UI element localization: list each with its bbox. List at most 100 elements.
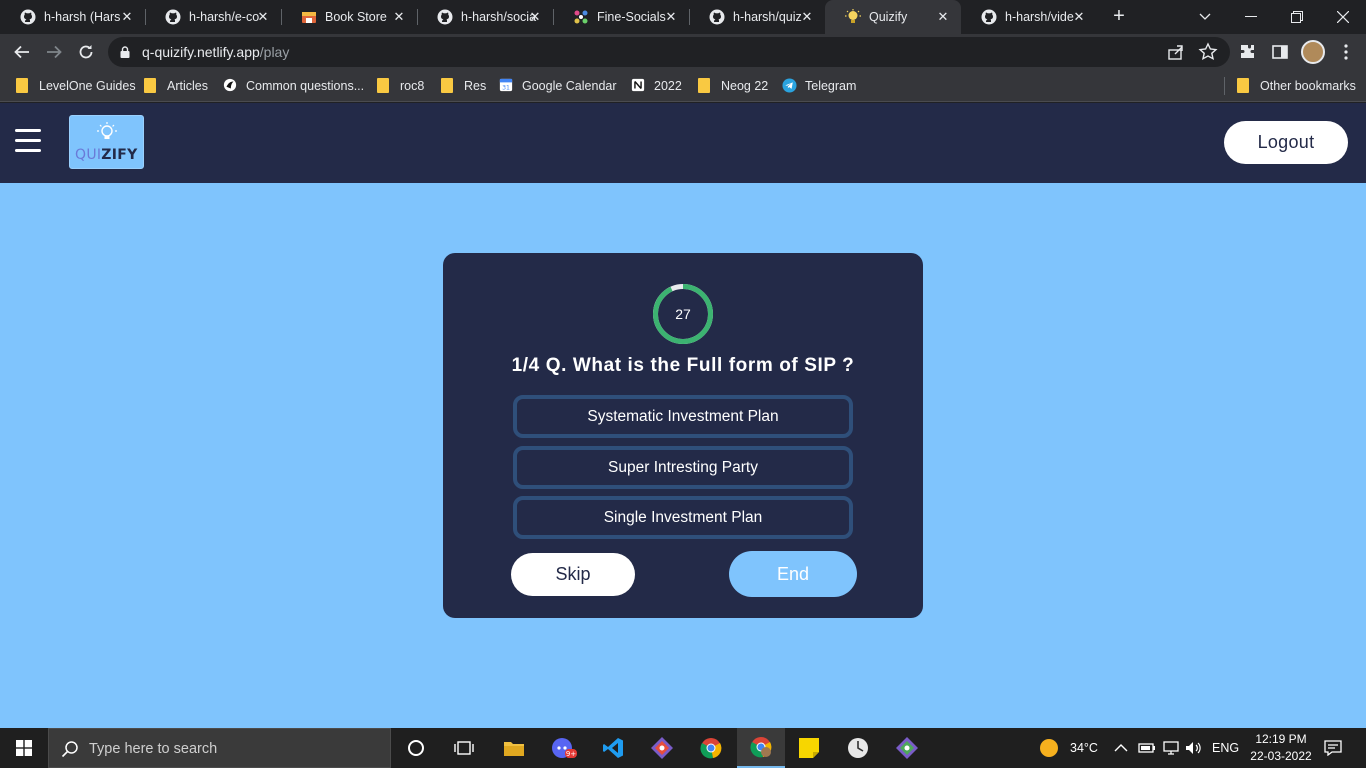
folder-icon xyxy=(377,78,391,94)
bookmark-neog-22[interactable]: Neog 22 xyxy=(698,77,768,95)
back-icon[interactable] xyxy=(8,38,36,66)
extensions-icon[interactable] xyxy=(1238,42,1258,62)
folder-icon xyxy=(1237,78,1251,94)
close-icon[interactable]: ✕ xyxy=(255,9,271,25)
github-icon xyxy=(437,9,453,25)
share-icon[interactable] xyxy=(1166,42,1186,62)
close-icon[interactable]: ✕ xyxy=(527,9,543,25)
other-bookmarks[interactable]: Other bookmarks xyxy=(1237,77,1356,95)
end-button[interactable]: End xyxy=(729,551,857,597)
page-viewport: QUIZIFY Logout 27 1/4 Q. What is the Ful… xyxy=(0,103,1366,728)
countdown-timer: 27 xyxy=(652,283,714,345)
task-view-icon[interactable] xyxy=(440,728,488,768)
url-host: q-quizify.netlify.app xyxy=(142,44,260,60)
minimize-icon[interactable] xyxy=(1228,0,1274,34)
star-icon[interactable] xyxy=(1198,42,1218,62)
git-app-icon[interactable] xyxy=(883,728,931,768)
github-icon xyxy=(20,9,36,25)
vscode-icon[interactable] xyxy=(589,728,637,768)
tab-github-profile[interactable]: h-harsh (Hars ✕ xyxy=(0,0,145,34)
clock-time: 12:19 PM xyxy=(1255,732,1307,746)
bookmark-articles[interactable]: Articles xyxy=(144,77,208,95)
tab-strip: h-harsh (Hars ✕ h-harsh/e-co ✕ Book Stor… xyxy=(0,0,1366,34)
notifications-icon[interactable] xyxy=(1324,728,1342,768)
close-icon[interactable]: ✕ xyxy=(935,9,951,25)
git-gui-icon[interactable] xyxy=(638,728,686,768)
folder-icon xyxy=(698,78,712,94)
bookmark-telegram[interactable]: Telegram xyxy=(782,77,856,95)
hamburger-menu-icon[interactable] xyxy=(15,129,41,155)
volume-icon[interactable] xyxy=(1185,728,1203,768)
bookmark-label: Neog 22 xyxy=(721,79,769,93)
avatar[interactable] xyxy=(1301,40,1325,64)
answer-option[interactable]: Single Investment Plan xyxy=(513,496,853,539)
tab-github-video[interactable]: h-harsh/vide ✕ xyxy=(961,0,1097,34)
quizify-logo[interactable]: QUIZIFY xyxy=(69,115,144,169)
chrome-profile-icon[interactable] xyxy=(737,728,785,768)
system-clock[interactable]: 12:19 PM 22-03-2022 xyxy=(1246,731,1316,765)
restore-icon[interactable] xyxy=(1274,0,1320,34)
tab-title: h-harsh/socia xyxy=(461,10,537,24)
close-icon[interactable]: ✕ xyxy=(119,9,135,25)
more-menu-icon[interactable] xyxy=(1336,42,1356,62)
side-panel-icon[interactable] xyxy=(1270,42,1290,62)
close-icon[interactable]: ✕ xyxy=(1071,9,1087,25)
bookmarks-separator xyxy=(1224,77,1225,95)
calendar-icon: 31 xyxy=(499,78,513,94)
bookmark-label: Other bookmarks xyxy=(1260,79,1356,93)
notion-icon xyxy=(631,78,645,94)
sticky-notes-icon[interactable] xyxy=(785,728,833,768)
new-tab-icon[interactable]: + xyxy=(1108,6,1130,28)
github-icon xyxy=(165,9,181,25)
bookmark-label: roc8 xyxy=(400,79,425,93)
lightbulb-icon xyxy=(845,9,861,25)
forward-icon[interactable] xyxy=(40,38,68,66)
bookmark-levelone-guides[interactable]: LevelOne Guides xyxy=(16,77,136,95)
bookmark-google-calendar[interactable]: 31 Google Calendar xyxy=(499,77,617,95)
clock-app-icon[interactable] xyxy=(834,728,882,768)
tab-quizify[interactable]: Quizify ✕ xyxy=(825,0,961,34)
tab-github-quiz[interactable]: h-harsh/quiz ✕ xyxy=(689,0,825,34)
chrome-icon[interactable] xyxy=(687,728,735,768)
tab-title: Fine-Socials xyxy=(597,10,666,24)
battery-icon[interactable] xyxy=(1138,728,1156,768)
reload-icon[interactable] xyxy=(72,38,100,66)
file-explorer-icon[interactable] xyxy=(490,728,538,768)
tab-search-icon[interactable] xyxy=(1182,0,1228,34)
tab-fine-socials[interactable]: Fine-Socials ✕ xyxy=(553,0,689,34)
language-indicator[interactable]: ENG xyxy=(1212,728,1239,768)
taskbar-search-input[interactable]: Type here to search xyxy=(48,728,391,768)
lock-icon xyxy=(120,46,130,58)
windows-taskbar: Type here to search 9+ 34°C ENG 12:19 PM… xyxy=(0,728,1366,768)
close-icon[interactable]: ✕ xyxy=(391,9,407,25)
tab-github-social[interactable]: h-harsh/socia ✕ xyxy=(417,0,553,34)
tray-overflow-icon[interactable] xyxy=(1114,728,1128,768)
bookmark-common-questions[interactable]: Common questions... xyxy=(223,77,364,95)
skip-button[interactable]: Skip xyxy=(511,553,635,596)
bookmark-res[interactable]: Res xyxy=(441,77,486,95)
bookmark-2022[interactable]: 2022 xyxy=(631,77,682,95)
bookmark-roc8[interactable]: roc8 xyxy=(377,77,424,95)
network-icon[interactable] xyxy=(1162,728,1180,768)
tab-title: h-harsh/e-co xyxy=(189,10,260,24)
tab-book-store[interactable]: Book Store ✕ xyxy=(281,0,417,34)
discord-icon[interactable]: 9+ xyxy=(540,728,588,768)
answer-option[interactable]: Super Intresting Party xyxy=(513,446,853,489)
windows-start-icon[interactable] xyxy=(0,728,48,768)
folder-icon xyxy=(144,78,158,94)
clock-date: 22-03-2022 xyxy=(1250,749,1312,763)
weather-widget[interactable]: 34°C xyxy=(1038,728,1098,768)
answer-option[interactable]: Systematic Investment Plan xyxy=(513,395,853,438)
tab-github-ecom[interactable]: h-harsh/e-co ✕ xyxy=(145,0,281,34)
close-icon[interactable]: ✕ xyxy=(799,9,815,25)
svg-text:31: 31 xyxy=(502,84,510,91)
close-icon[interactable]: ✕ xyxy=(663,9,679,25)
bookmark-label: Res xyxy=(464,79,487,93)
url-path: /play xyxy=(259,44,290,60)
bookmark-label: Google Calendar xyxy=(522,79,617,93)
question-text: 1/4 Q. What is the Full form of SIP ? xyxy=(511,355,855,376)
close-window-icon[interactable] xyxy=(1320,0,1366,34)
cortana-icon[interactable] xyxy=(392,728,440,768)
logout-button[interactable]: Logout xyxy=(1224,121,1348,164)
address-bar[interactable]: q-quizify.netlify.app/play xyxy=(108,37,1230,67)
